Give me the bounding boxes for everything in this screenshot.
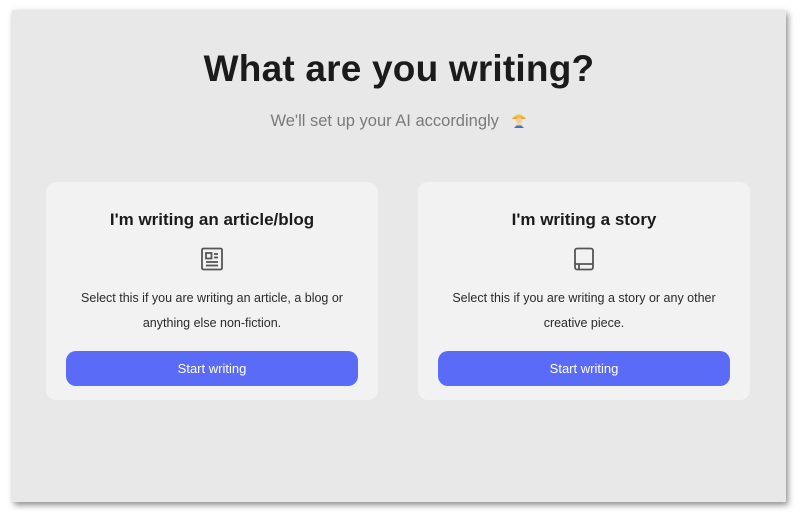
page-title: What are you writing? [203, 48, 595, 89]
story-card-title: I'm writing a story [511, 210, 657, 229]
story-option-card[interactable]: I'm writing a story Select this if you a… [418, 182, 750, 400]
subtitle-text: We'll set up your AI accordingly [270, 112, 499, 130]
story-start-writing-button[interactable]: Start writing [438, 351, 730, 386]
page-subtitle: We'll set up your AI accordingly [12, 110, 786, 133]
article-card-title: I'm writing an article/blog [109, 210, 315, 229]
article-start-writing-button[interactable]: Start writing [66, 351, 358, 386]
book-icon [571, 246, 597, 272]
story-card-description: Select this if you are writing a story o… [452, 291, 716, 330]
article-card-description: Select this if you are writing an articl… [81, 291, 343, 330]
article-option-card[interactable]: I'm writing an article/blog Select this … [46, 182, 378, 400]
article-icon [199, 246, 225, 272]
worker-emoji-icon [510, 110, 528, 133]
onboarding-panel: What are you writing? We'll set up your … [12, 10, 786, 502]
